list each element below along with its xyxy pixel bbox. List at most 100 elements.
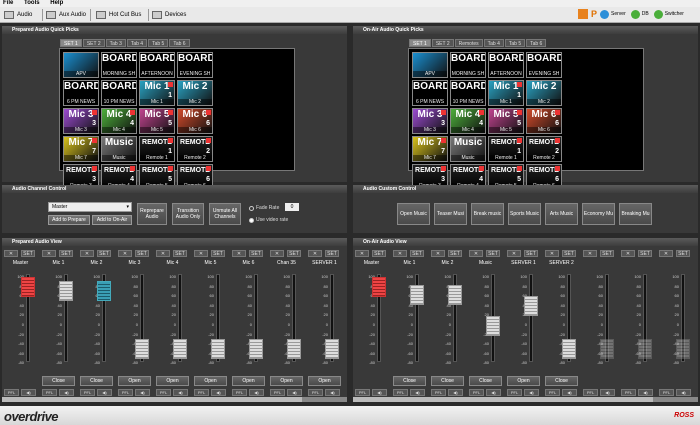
set-button[interactable]: SET xyxy=(59,250,73,257)
fader-handle[interactable] xyxy=(59,280,73,301)
menu-file[interactable]: File xyxy=(3,0,13,6)
audio-button[interactable]: Audio xyxy=(4,10,32,20)
speaker-icon[interactable]: ◀) xyxy=(59,389,74,396)
mute-toggle[interactable]: ✕ xyxy=(621,250,635,257)
channel-open-close-button[interactable]: Open xyxy=(507,376,540,386)
use-video-rate-option[interactable]: Use video rate xyxy=(249,217,288,223)
speaker-icon[interactable]: ◀) xyxy=(97,389,112,396)
pfl-button[interactable]: PFL xyxy=(355,389,370,396)
channel-open-close-button[interactable]: Close xyxy=(42,376,75,386)
horizontal-scrollbar[interactable] xyxy=(2,397,347,402)
set-button[interactable]: SET xyxy=(562,250,576,257)
speaker-icon[interactable]: ◀) xyxy=(448,389,463,396)
pfl-button[interactable]: PFL xyxy=(659,389,674,396)
quick-pick-tile[interactable]: APV xyxy=(412,52,448,78)
mute-toggle[interactable]: ✕ xyxy=(118,250,132,257)
mute-toggle[interactable]: ✕ xyxy=(659,250,673,257)
quick-pick-tile[interactable]: Mic 7 7 Mic 7 xyxy=(63,136,99,162)
prepared-tab-3[interactable]: Tab 3 xyxy=(105,39,126,47)
set-button[interactable]: SET xyxy=(486,250,500,257)
quick-pick-tile[interactable]: REMOTE 2 Remote 2 xyxy=(177,136,213,162)
onair-tab-2[interactable]: SET 2 xyxy=(431,39,454,47)
quick-pick-tile[interactable]: BOARD 6 PM NEWS xyxy=(412,80,448,106)
quick-pick-tile[interactable]: BOARD 10 PM NEWS xyxy=(450,80,486,106)
mute-toggle[interactable]: ✕ xyxy=(232,250,246,257)
onair-tab-5[interactable]: Tab 5 xyxy=(504,39,526,47)
prepared-tab-5[interactable]: Tab 5 xyxy=(148,39,169,47)
hot-cut-bus-button[interactable]: Hot Cut Bus xyxy=(96,10,141,20)
quick-pick-tile[interactable]: REMOTE 1 Remote 1 xyxy=(488,136,524,162)
onair-tab-1[interactable]: SET 1 xyxy=(409,39,431,47)
pfl-button[interactable]: PFL xyxy=(583,389,598,396)
quick-pick-tile[interactable]: BOARD AFTERNOON xyxy=(488,52,524,78)
channel-open-close-button[interactable]: Open xyxy=(232,376,265,386)
quick-pick-tile[interactable]: Mic 6 6 Mic 6 xyxy=(177,108,213,134)
mute-toggle[interactable]: ✕ xyxy=(4,250,18,257)
speaker-icon[interactable]: ◀) xyxy=(410,389,425,396)
set-button[interactable]: SET xyxy=(97,250,111,257)
speaker-icon[interactable]: ◀) xyxy=(325,389,340,396)
menu-tools[interactable]: Tools xyxy=(24,0,40,6)
prepared-tab-2[interactable]: SET 2 xyxy=(82,39,105,47)
quick-pick-tile[interactable]: Mic 2 Mic 2 xyxy=(177,80,213,106)
quick-pick-tile[interactable]: BOARD EVENING SH xyxy=(177,52,213,78)
fader-handle[interactable] xyxy=(638,339,652,360)
channel-open-close-button[interactable]: Open xyxy=(308,376,341,386)
custom-audio-button[interactable]: Breaking Mu xyxy=(619,203,652,225)
pfl-button[interactable]: PFL xyxy=(621,389,636,396)
quick-pick-tile[interactable]: BOARD MORNING SH xyxy=(450,52,486,78)
pfl-button[interactable]: PFL xyxy=(4,389,19,396)
onair-tab-3[interactable]: Remotes xyxy=(454,39,483,47)
speaker-icon[interactable]: ◀) xyxy=(173,389,188,396)
set-button[interactable]: SET xyxy=(325,250,339,257)
pfl-button[interactable]: PFL xyxy=(308,389,323,396)
set-button[interactable]: SET xyxy=(287,250,301,257)
quick-pick-tile[interactable]: Mic 6 6 Mic 6 xyxy=(526,108,562,134)
fader-handle[interactable] xyxy=(325,339,339,360)
pfl-button[interactable]: PFL xyxy=(507,389,522,396)
prepared-tab-4[interactable]: Tab 4 xyxy=(126,39,148,47)
set-button[interactable]: SET xyxy=(600,250,614,257)
fader-handle[interactable] xyxy=(410,284,424,305)
fade-rate-input[interactable]: 0 xyxy=(285,203,299,211)
fader-handle[interactable] xyxy=(676,339,690,360)
custom-audio-button[interactable]: Arts Music xyxy=(545,203,578,225)
quick-pick-tile[interactable]: Mic 2 Mic 2 xyxy=(526,80,562,106)
channel-open-close-button[interactable]: Open xyxy=(156,376,189,386)
fader-handle[interactable] xyxy=(600,339,614,360)
pfl-button[interactable]: PFL xyxy=(80,389,95,396)
mute-toggle[interactable]: ✕ xyxy=(583,250,597,257)
horizontal-scrollbar[interactable] xyxy=(353,397,698,402)
set-button[interactable]: SET xyxy=(211,250,225,257)
quick-pick-tile[interactable]: BOARD 6 PM NEWS xyxy=(63,80,99,106)
quick-pick-tile[interactable]: Music Music xyxy=(450,136,486,162)
quick-pick-tile[interactable]: REMOTE 2 Remote 2 xyxy=(526,136,562,162)
onair-tab-6[interactable]: Tab 6 xyxy=(526,39,547,47)
speaker-icon[interactable]: ◀) xyxy=(676,389,691,396)
set-button[interactable]: SET xyxy=(676,250,690,257)
speaker-icon[interactable]: ◀) xyxy=(562,389,577,396)
add-to-onair-button[interactable]: Add to On-Air xyxy=(92,215,132,225)
onair-tab-4[interactable]: Tab 4 xyxy=(483,39,504,47)
prepared-tab-6[interactable]: Tab 6 xyxy=(169,39,190,47)
custom-audio-button[interactable]: Open Music xyxy=(397,203,430,225)
fade-rate-option[interactable]: Fade Rate xyxy=(249,205,279,211)
fader-handle[interactable] xyxy=(524,296,538,317)
mute-toggle[interactable]: ✕ xyxy=(431,250,445,257)
fader-handle[interactable] xyxy=(249,339,263,360)
fader-handle[interactable] xyxy=(372,276,386,297)
channel-open-close-button[interactable]: Close xyxy=(393,376,426,386)
mute-toggle[interactable]: ✕ xyxy=(270,250,284,257)
speaker-icon[interactable]: ◀) xyxy=(249,389,264,396)
set-button[interactable]: SET xyxy=(135,250,149,257)
aux-audio-button[interactable]: Aux Audio xyxy=(46,10,86,20)
fader-handle[interactable] xyxy=(486,315,500,336)
mute-toggle[interactable]: ✕ xyxy=(545,250,559,257)
fader-handle[interactable] xyxy=(211,339,225,360)
speaker-icon[interactable]: ◀) xyxy=(135,389,150,396)
fader-handle[interactable] xyxy=(562,339,576,360)
devices-button[interactable]: Devices xyxy=(152,10,186,20)
custom-audio-button[interactable]: Teaser Musi xyxy=(434,203,467,225)
channel-open-close-button[interactable]: Open xyxy=(194,376,227,386)
speaker-icon[interactable]: ◀) xyxy=(600,389,615,396)
